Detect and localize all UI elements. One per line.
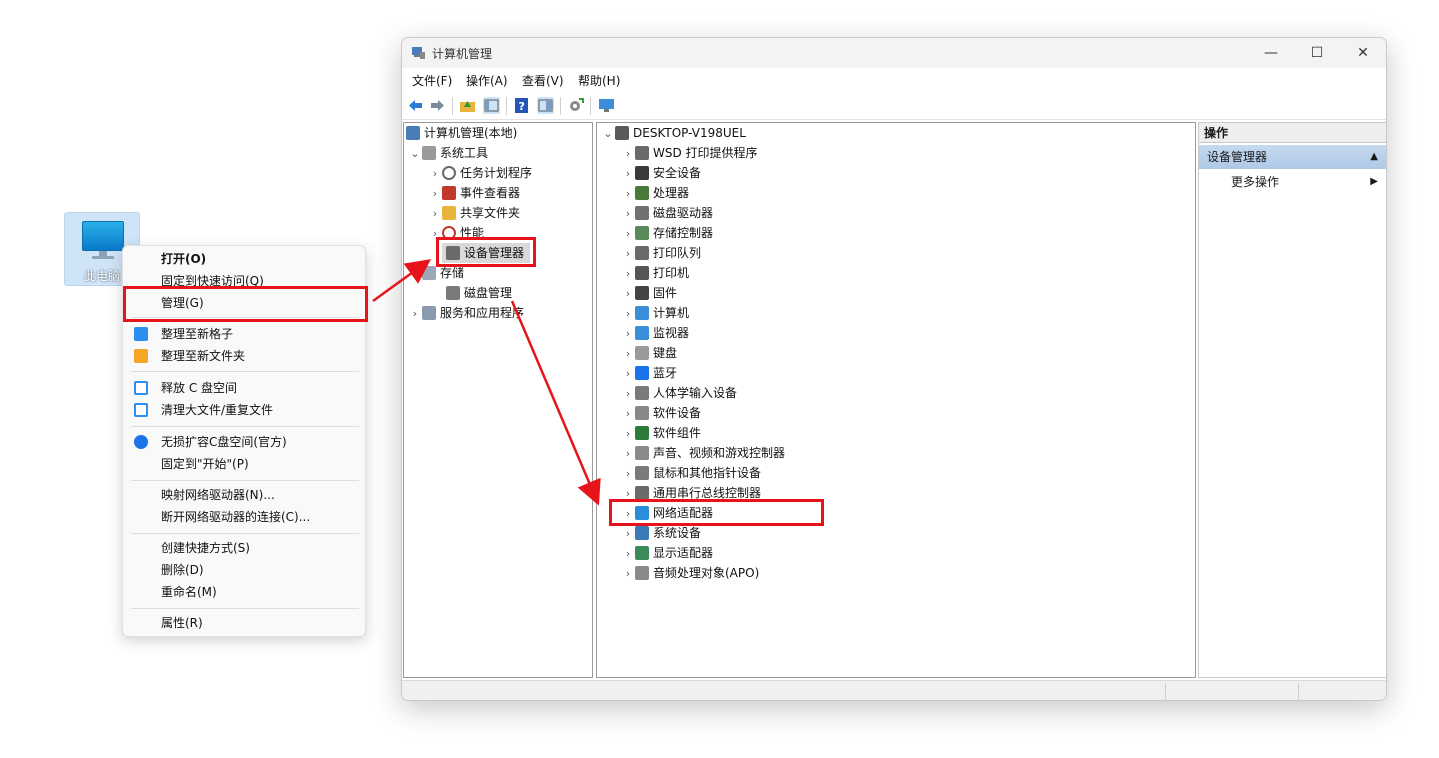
arrow-to-network-adapters <box>510 300 601 506</box>
annotation-arrows <box>372 259 601 506</box>
arrow-to-device-manager <box>372 259 432 303</box>
